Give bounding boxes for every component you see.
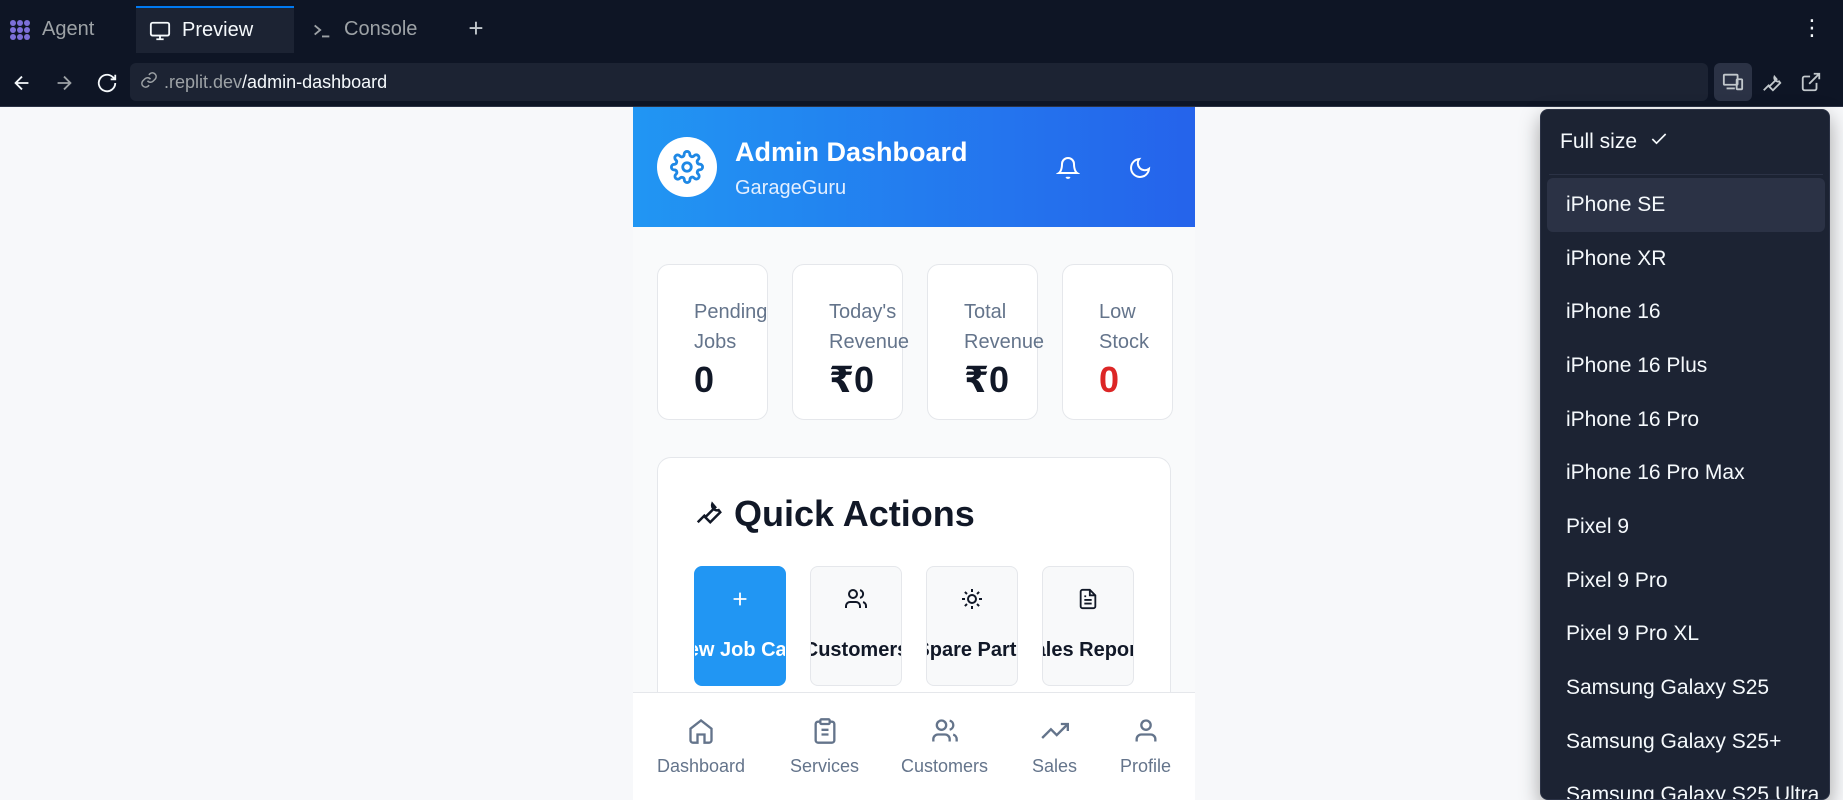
- user-icon: [1132, 717, 1160, 750]
- nav-label: Services: [790, 756, 860, 776]
- stat-value: 0: [694, 359, 715, 400]
- menu-item-full-size[interactable]: Full size: [1541, 110, 1829, 174]
- stat-value: ₹0: [964, 359, 1010, 400]
- cog-icon: [927, 585, 1017, 613]
- menu-item-device[interactable]: Pixel 9 Pro: [1547, 554, 1825, 608]
- clipboard-icon: [811, 717, 839, 750]
- page-title: Admin Dashboard: [735, 137, 968, 167]
- stat-card-total-revenue: Total Revenue ₹0: [927, 264, 1044, 420]
- menu-item-device[interactable]: Samsung Galaxy S25: [1547, 661, 1825, 715]
- app-header: Admin Dashboard GarageGuru: [633, 107, 1195, 227]
- stat-card-pending-jobs: Pending Jobs 0: [657, 264, 768, 420]
- sales-reports-button[interactable]: Sales Reports: [1042, 566, 1134, 686]
- home-icon: [687, 717, 715, 750]
- check-icon: [1649, 129, 1669, 155]
- ide-tab-bar: Agent Preview Console + ⋮: [0, 0, 1843, 59]
- tab-console[interactable]: Console: [298, 6, 448, 53]
- stat-label: Pending Jobs: [694, 301, 768, 353]
- menu-item-label: Full size: [1560, 130, 1638, 153]
- monitor-icon: [148, 19, 172, 43]
- menu-item-device[interactable]: iPhone 16 Pro: [1547, 393, 1825, 447]
- menu-divider: [1549, 174, 1823, 175]
- trending-up-icon: [1040, 717, 1069, 750]
- qa-label: Sales Reports: [1043, 639, 1133, 661]
- device-size-menu: Full size iPhone SE iPhone XR iPhone 16 …: [1540, 109, 1830, 800]
- moon-icon[interactable]: [1125, 153, 1155, 183]
- stat-label: Today's Revenue: [829, 301, 910, 353]
- menu-item-device[interactable]: Samsung Galaxy S25+: [1547, 715, 1825, 769]
- link-icon: [140, 71, 158, 94]
- menu-item-device[interactable]: iPhone 16 Pro Max: [1547, 446, 1825, 500]
- nav-sales[interactable]: Sales: [1032, 717, 1077, 777]
- add-tab-button[interactable]: +: [462, 14, 490, 44]
- nav-label: Profile: [1120, 756, 1172, 776]
- stat-label: Total Revenue: [964, 301, 1045, 353]
- file-text-icon: [1043, 585, 1133, 613]
- url-input[interactable]: .replit.dev/admin-dashboard: [130, 63, 1708, 101]
- nav-label: Sales: [1032, 756, 1078, 776]
- nav-label: Dashboard: [657, 756, 746, 776]
- devtools-wrench-icon[interactable]: [1753, 63, 1791, 101]
- tab-preview[interactable]: Preview: [136, 6, 294, 53]
- preview-url-bar: .replit.dev/admin-dashboard: [0, 59, 1843, 107]
- nav-dashboard[interactable]: Dashboard: [657, 717, 745, 777]
- settings-gear-logo: [657, 137, 717, 197]
- menu-item-device[interactable]: Pixel 9 Pro XL: [1547, 608, 1825, 662]
- nav-services[interactable]: Services: [790, 717, 859, 777]
- agent-icon: [8, 18, 32, 42]
- page-subtitle: GarageGuru: [735, 177, 847, 199]
- menu-item-device[interactable]: iPhone 16: [1547, 285, 1825, 339]
- terminal-icon: [310, 18, 334, 42]
- qa-label: Spare Parts: [927, 639, 1017, 661]
- plus-icon: [695, 585, 785, 613]
- tab-agent-label: Agent: [42, 18, 95, 40]
- stat-value: ₹0: [829, 359, 875, 400]
- menu-item-device[interactable]: Samsung Galaxy S25 Ultra: [1547, 769, 1825, 799]
- forward-button[interactable]: [50, 69, 78, 97]
- quick-actions-title: Quick Actions: [734, 493, 975, 534]
- spare-parts-button[interactable]: Spare Parts: [926, 566, 1018, 686]
- nav-customers[interactable]: Customers: [901, 717, 988, 777]
- device-size-button[interactable]: [1714, 63, 1752, 101]
- wrench-icon: [694, 493, 724, 535]
- qa-label: Customers: [811, 639, 901, 661]
- qa-label: New Job Card: [695, 639, 786, 661]
- url-path: /admin-dashboard: [242, 71, 388, 92]
- new-job-card-button[interactable]: New Job Card: [694, 566, 786, 686]
- menu-item-device[interactable]: iPhone SE: [1547, 178, 1825, 232]
- users-icon: [931, 717, 959, 750]
- open-external-icon[interactable]: [1792, 63, 1830, 101]
- stat-card-todays-revenue: Today's Revenue ₹0: [792, 264, 909, 420]
- reload-button[interactable]: [93, 69, 121, 97]
- stat-card-low-stock: Low Stock 0: [1062, 264, 1173, 420]
- more-menu-button[interactable]: ⋮: [1800, 14, 1824, 44]
- menu-item-device[interactable]: iPhone 16 Plus: [1547, 339, 1825, 393]
- bottom-nav: Dashboard Services Customers Sales Profi…: [633, 692, 1195, 800]
- back-button[interactable]: [8, 69, 36, 97]
- menu-item-device[interactable]: iPhone XR: [1547, 232, 1825, 286]
- bell-icon[interactable]: [1053, 153, 1083, 183]
- url-host: .replit.dev: [164, 71, 243, 92]
- stat-label: Low Stock: [1099, 301, 1150, 353]
- stat-value: 0: [1099, 359, 1120, 400]
- nav-label: Customers: [901, 756, 989, 776]
- admin-dashboard-app: Admin Dashboard GarageGuru Pending Jobs …: [633, 107, 1195, 800]
- menu-item-device[interactable]: Pixel 9: [1547, 500, 1825, 554]
- users-icon: [811, 585, 901, 613]
- tab-console-label: Console: [344, 18, 418, 40]
- tab-preview-label: Preview: [182, 19, 254, 41]
- nav-profile[interactable]: Profile: [1120, 717, 1171, 777]
- device-list: iPhone SE iPhone XR iPhone 16 iPhone 16 …: [1541, 178, 1829, 799]
- tab-agent[interactable]: Agent: [0, 6, 132, 53]
- quick-actions-heading: Quick Actions: [694, 493, 975, 535]
- customers-button[interactable]: Customers: [810, 566, 902, 686]
